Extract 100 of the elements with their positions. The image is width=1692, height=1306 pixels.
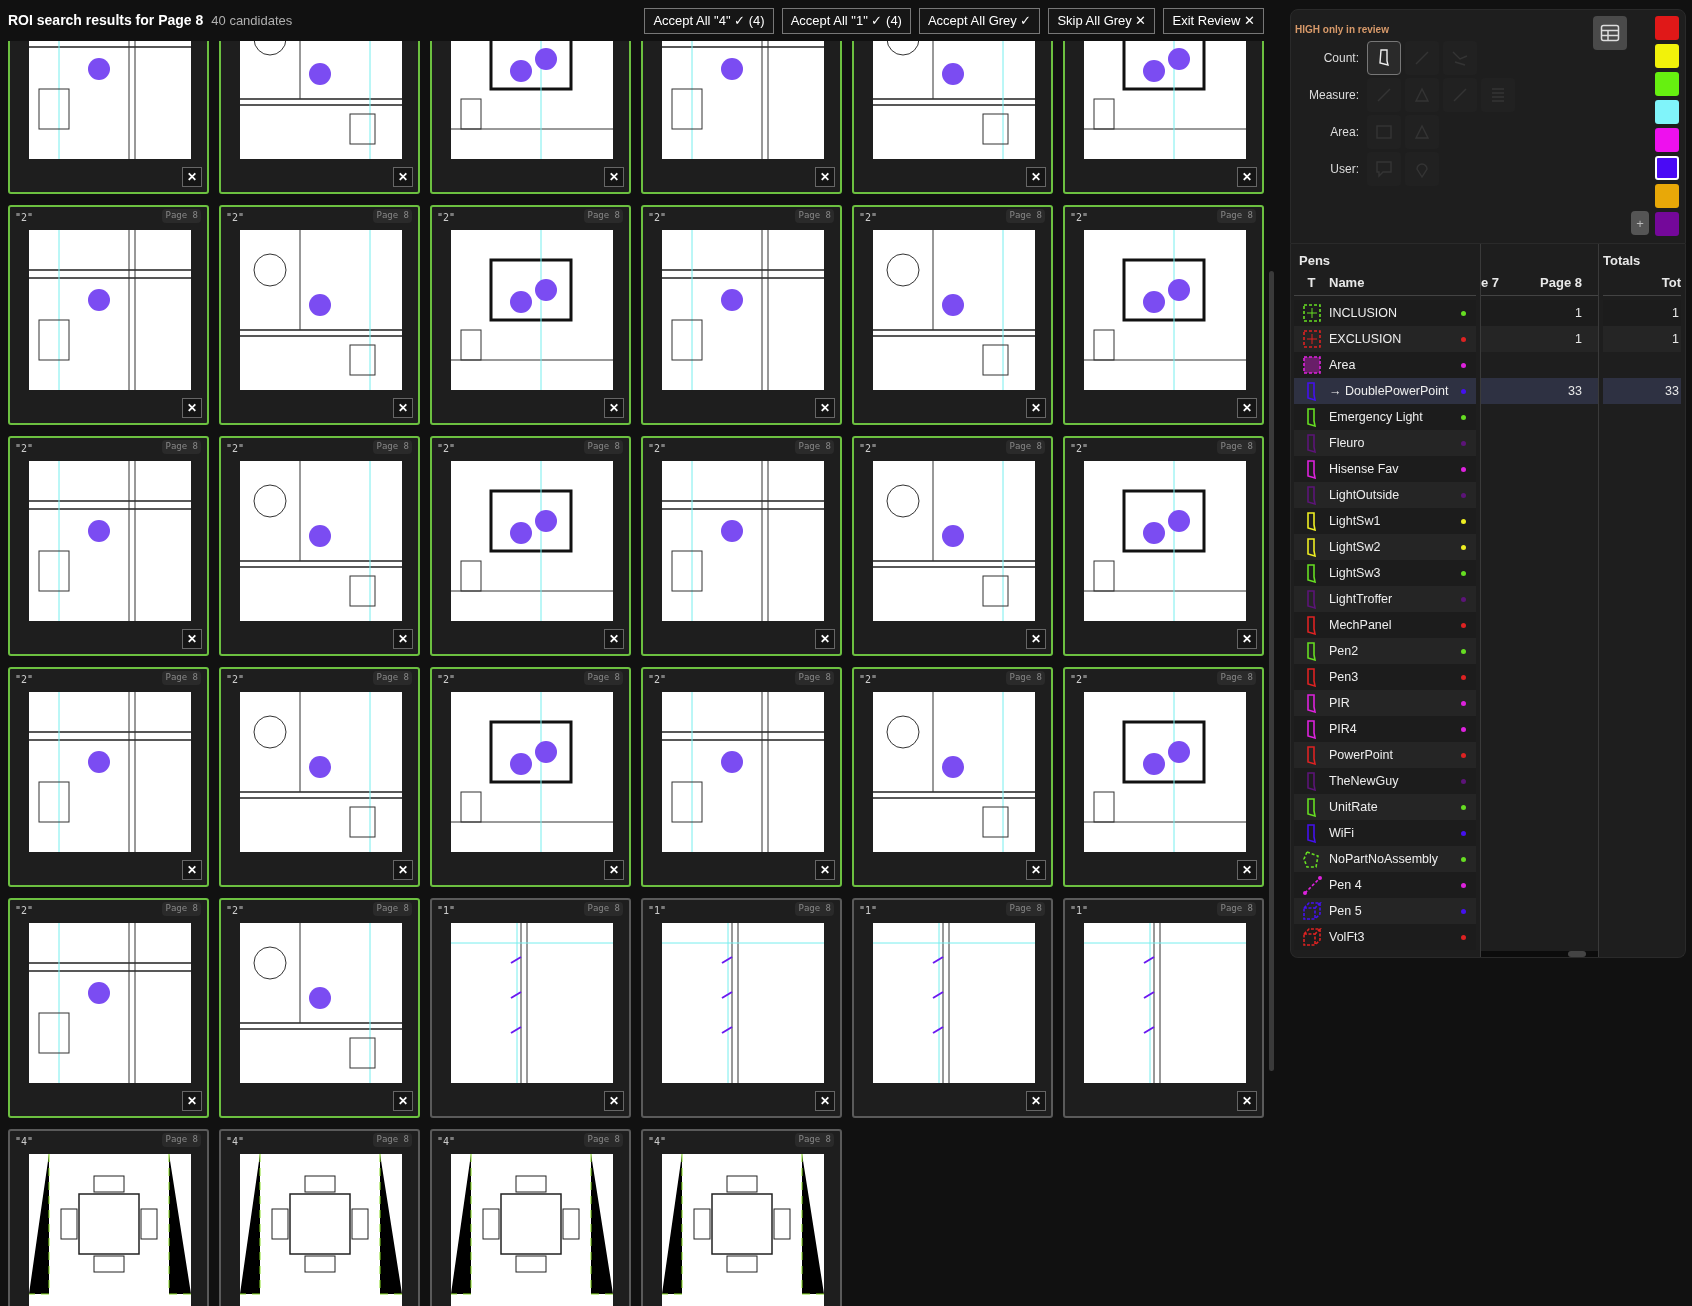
close-button[interactable]: ✕: [1237, 860, 1257, 880]
column-header[interactable]: Tot: [1661, 272, 1681, 293]
candidate-card[interactable]: "1" Page 8 ✕: [852, 898, 1053, 1118]
pen-row[interactable]: UnitRate: [1294, 794, 1476, 820]
candidate-card[interactable]: "2" Page 8 ✕: [8, 436, 209, 656]
candidate-card[interactable]: "4" Page 8: [219, 1129, 420, 1306]
candidate-card[interactable]: ✕: [852, 41, 1053, 194]
close-button[interactable]: ✕: [604, 167, 624, 187]
pen-row[interactable]: LightOutside: [1294, 482, 1476, 508]
candidate-card[interactable]: "2" Page 8 ✕: [219, 898, 420, 1118]
close-button[interactable]: ✕: [182, 1091, 202, 1111]
candidate-card[interactable]: ✕: [1063, 41, 1264, 194]
close-button[interactable]: ✕: [1237, 398, 1257, 418]
candidate-card[interactable]: "2" Page 8 ✕: [8, 667, 209, 887]
candidate-card[interactable]: "2" Page 8 ✕: [8, 898, 209, 1118]
column-header[interactable]: Name: [1329, 272, 1365, 293]
close-button[interactable]: ✕: [1026, 1091, 1046, 1111]
candidate-label: "2": [859, 211, 878, 225]
color-swatch[interactable]: [1655, 156, 1679, 180]
close-button[interactable]: ✕: [182, 167, 202, 187]
close-button[interactable]: ✕: [604, 629, 624, 649]
pen-row[interactable]: → DoublePowerPoint: [1294, 378, 1476, 404]
candidate-card[interactable]: "2" Page 8 ✕: [1063, 436, 1264, 656]
close-button[interactable]: ✕: [815, 167, 835, 187]
candidate-card[interactable]: "4" Page 8: [430, 1129, 631, 1306]
close-button[interactable]: ✕: [182, 398, 202, 418]
close-button[interactable]: ✕: [604, 1091, 624, 1111]
candidate-card[interactable]: ✕: [641, 41, 842, 194]
close-button[interactable]: ✕: [182, 860, 202, 880]
add-color-button[interactable]: +: [1631, 211, 1649, 235]
pen-row[interactable]: PIR: [1294, 690, 1476, 716]
color-swatch[interactable]: [1655, 72, 1679, 96]
pen-row[interactable]: Fleuro: [1294, 430, 1476, 456]
candidate-card[interactable]: ✕: [8, 41, 209, 194]
candidate-card[interactable]: "2" Page 8 ✕: [430, 205, 631, 425]
tool-button[interactable]: [1367, 41, 1401, 75]
candidate-card[interactable]: "4" Page 8: [641, 1129, 842, 1306]
action-button[interactable]: Accept All "1" ✓ (4): [781, 7, 911, 34]
candidate-card[interactable]: "2" Page 8 ✕: [641, 436, 842, 656]
column-header[interactable]: Page 8: [1540, 272, 1598, 293]
color-swatch[interactable]: [1655, 184, 1679, 208]
candidate-card[interactable]: "2" Page 8 ✕: [852, 205, 1053, 425]
color-swatch[interactable]: [1655, 212, 1679, 236]
close-button[interactable]: ✕: [604, 398, 624, 418]
close-button[interactable]: ✕: [182, 629, 202, 649]
candidate-card[interactable]: "2" Page 8 ✕: [8, 205, 209, 425]
candidate-card[interactable]: "2" Page 8 ✕: [219, 667, 420, 887]
action-button[interactable]: Skip All Grey ✕: [1048, 7, 1156, 34]
candidate-card[interactable]: "2" Page 8 ✕: [852, 436, 1053, 656]
close-button[interactable]: ✕: [1026, 860, 1046, 880]
color-swatch[interactable]: [1655, 44, 1679, 68]
pen-row[interactable]: EXCLUSION: [1294, 326, 1476, 352]
close-button[interactable]: ✕: [393, 860, 413, 880]
close-button[interactable]: ✕: [393, 1091, 413, 1111]
pen-row[interactable]: LightTroffer: [1294, 586, 1476, 612]
close-button[interactable]: ✕: [604, 860, 624, 880]
close-button[interactable]: ✕: [815, 1091, 835, 1111]
close-button[interactable]: ✕: [1237, 167, 1257, 187]
close-button[interactable]: ✕: [815, 629, 835, 649]
close-button[interactable]: ✕: [1026, 629, 1046, 649]
column-header[interactable]: T: [1294, 272, 1329, 293]
candidate-card[interactable]: "2" Page 8 ✕: [852, 667, 1053, 887]
table-view-button[interactable]: [1593, 16, 1627, 50]
action-button[interactable]: Accept All "4" ✓ (4): [644, 7, 774, 34]
color-swatch[interactable]: [1655, 128, 1679, 152]
color-swatch[interactable]: [1655, 100, 1679, 124]
action-button[interactable]: Accept All Grey ✓: [918, 7, 1041, 34]
scrollbar[interactable]: [1568, 951, 1586, 957]
candidate-card[interactable]: "2" Page 8 ✕: [641, 205, 842, 425]
close-button[interactable]: ✕: [1237, 629, 1257, 649]
candidate-card[interactable]: "2" Page 8 ✕: [430, 667, 631, 887]
candidate-card[interactable]: "1" Page 8 ✕: [641, 898, 842, 1118]
pen-row[interactable]: Pen 5: [1294, 898, 1476, 924]
candidate-card[interactable]: "2" Page 8 ✕: [219, 205, 420, 425]
action-button[interactable]: Exit Review ✕: [1163, 7, 1264, 34]
pen-row[interactable]: PowerPoint: [1294, 742, 1476, 768]
close-button[interactable]: ✕: [1026, 398, 1046, 418]
close-button[interactable]: ✕: [393, 629, 413, 649]
candidate-card[interactable]: "2" Page 8 ✕: [1063, 205, 1264, 425]
candidate-card[interactable]: "2" Page 8 ✕: [219, 436, 420, 656]
candidate-card[interactable]: "2" Page 8 ✕: [641, 667, 842, 887]
close-button[interactable]: ✕: [1026, 167, 1046, 187]
close-button[interactable]: ✕: [393, 167, 413, 187]
color-swatch[interactable]: [1655, 16, 1679, 40]
close-button[interactable]: ✕: [815, 398, 835, 418]
pen-row[interactable]: LightSw2: [1294, 534, 1476, 560]
candidate-card[interactable]: ✕: [430, 41, 631, 194]
close-button[interactable]: ✕: [815, 860, 835, 880]
close-button[interactable]: ✕: [1237, 1091, 1257, 1111]
candidate-card[interactable]: "4" Page 8: [8, 1129, 209, 1306]
column-header[interactable]: e 7: [1481, 272, 1505, 293]
candidate-card[interactable]: "2" Page 8 ✕: [430, 436, 631, 656]
scrollbar[interactable]: [1269, 271, 1274, 1071]
close-button[interactable]: ✕: [393, 398, 413, 418]
pen-row[interactable]: NoPartNoAssembly: [1294, 846, 1476, 872]
candidate-card[interactable]: ✕: [219, 41, 420, 194]
pen-row[interactable]: Pen2: [1294, 638, 1476, 664]
candidate-card[interactable]: "2" Page 8 ✕: [1063, 667, 1264, 887]
candidate-card[interactable]: "1" Page 8 ✕: [1063, 898, 1264, 1118]
candidate-card[interactable]: "1" Page 8 ✕: [430, 898, 631, 1118]
